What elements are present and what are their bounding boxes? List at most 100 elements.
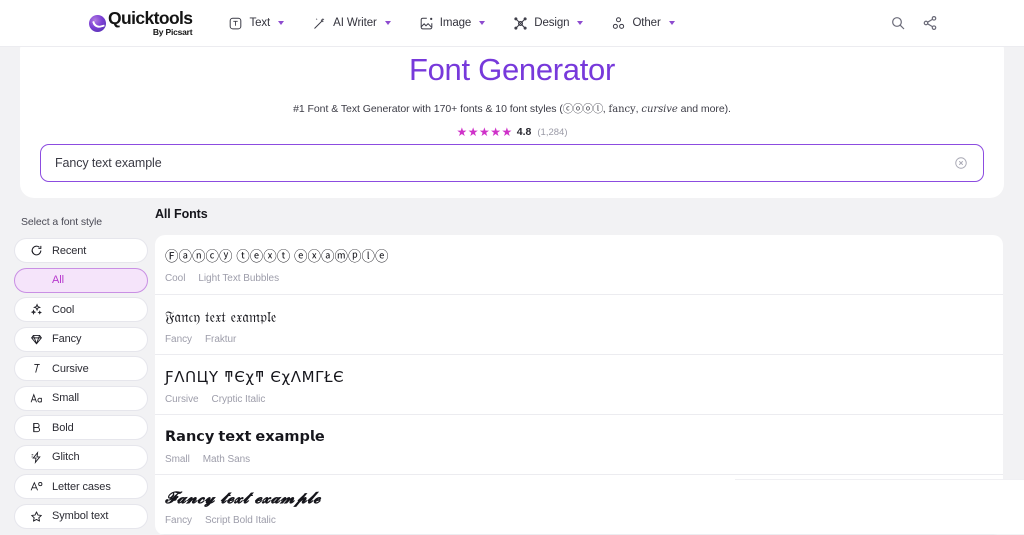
nav-label-other: Other	[632, 17, 660, 29]
sidebar-item-fancy[interactable]: Fancy	[14, 327, 148, 352]
sidebar-label-recent: Recent	[52, 245, 86, 257]
rating-value: 4.8	[517, 126, 532, 138]
sidebar-label-fancy: Fancy	[52, 333, 81, 345]
chevron-down-icon[interactable]	[669, 21, 675, 25]
nav-item-image[interactable]: Image	[419, 16, 485, 31]
quicktools-logo-icon	[89, 15, 106, 32]
nav-item-design[interactable]: Design	[513, 16, 583, 31]
text-input-box[interactable]	[40, 144, 984, 182]
font-name: Cryptic Italic	[212, 394, 266, 405]
nav-item-text[interactable]: Text	[228, 16, 284, 31]
sidebar-item-cursive[interactable]: Cursive	[14, 356, 148, 381]
star-outline-icon	[30, 510, 43, 523]
people-icon	[611, 16, 626, 31]
font-name: Math Sans	[203, 454, 250, 465]
font-category: Small	[165, 454, 190, 465]
nav-menu: Text AI Writer Image	[228, 16, 674, 31]
sidebar-item-bold[interactable]: Bold	[14, 415, 148, 440]
logo-subtitle: By Picsart	[108, 28, 192, 37]
font-name: Light Text Bubbles	[198, 273, 279, 284]
chevron-down-icon[interactable]	[278, 21, 284, 25]
nav-label-text: Text	[249, 17, 270, 29]
clear-circle-icon[interactable]	[948, 150, 974, 176]
font-name: Fraktur	[205, 334, 236, 345]
share-icon[interactable]	[922, 15, 938, 31]
nav-actions	[890, 15, 938, 31]
font-row[interactable]: Ⓕⓐⓝⓒⓨ ⓣⓔⓧⓣ ⓔⓧⓐⓜⓟⓛⓔ Cool Light Text Bubble…	[155, 235, 1003, 295]
nav-item-ai-writer[interactable]: AI Writer	[312, 16, 391, 31]
text-box-icon	[228, 16, 243, 31]
page-title: Font Generator	[20, 52, 1004, 88]
subtitle-lead: #1 Font & Text Generator with 170+ fonts…	[293, 103, 563, 115]
sidebar-item-cool[interactable]: Cool	[14, 297, 148, 322]
font-meta: Fancy Fraktur	[165, 334, 1003, 345]
sidebar-label-cool: Cool	[52, 304, 74, 316]
sidebar-item-glitch[interactable]: Glitch	[14, 445, 148, 470]
quicktools-logo[interactable]: Quicktools By Picsart	[89, 10, 192, 37]
sidebar-label-letter-glitch: Glitch	[52, 451, 80, 463]
design-icon	[513, 16, 528, 31]
recent-icon	[30, 244, 43, 257]
subtitle-tail: and more).	[678, 103, 731, 115]
chevron-down-icon[interactable]	[385, 21, 391, 25]
sidebar-item-letter-cases[interactable]: Letter cases	[14, 474, 148, 499]
rating-count: (1,284)	[537, 127, 567, 138]
sidebar-item-small[interactable]: Small	[14, 386, 148, 411]
all-spacer-icon	[30, 274, 43, 287]
font-row[interactable]: 𝔉𝔞𝔫𝔠𝔶 𝔱𝔢𝔵𝔱 𝔢𝔵𝔞𝔪𝔭𝔩𝔢 Fancy Fraktur	[155, 295, 1003, 355]
bold-b-icon	[30, 421, 43, 434]
font-sample: 𝗥𝗮𝗻𝗰𝘆 𝘁𝗲𝘅𝘁 𝗲𝘅𝗮𝗺𝗽𝗹𝗲	[165, 429, 1003, 446]
subtitle-cursive-sample: cursive	[641, 104, 677, 115]
font-sample: Ⓕⓐⓝⓒⓨ ⓣⓔⓧⓣ ⓔⓧⓐⓜⓟⓛⓔ	[165, 249, 1003, 265]
sidebar-title: Select a font style	[21, 216, 148, 228]
chevron-down-icon[interactable]	[577, 21, 583, 25]
font-meta: Small Math Sans	[165, 454, 1003, 465]
italic-t-icon	[30, 362, 43, 375]
image-icon	[419, 16, 434, 31]
sparkle-icon	[30, 303, 43, 316]
bottom-overlay-panel	[735, 479, 1024, 534]
font-category: Fancy	[165, 515, 192, 526]
subtitle-bubble-sample: ⓒⓞⓞⓛ	[563, 103, 603, 115]
sidebar-label-symbol-text: Symbol text	[52, 510, 108, 522]
sidebar-label-cursive: Cursive	[52, 363, 89, 375]
text-input[interactable]	[41, 145, 948, 181]
aa-icon	[30, 392, 43, 405]
search-icon[interactable]	[890, 15, 906, 31]
font-style-sidebar: Select a font style Recent All Cool	[14, 216, 148, 533]
font-row[interactable]: ƑΛՈЦΥ ͳЄχͳ ЄχΛΜΓŁЄ Cursive Cryptic Italic	[155, 355, 1003, 415]
nav-label-design: Design	[534, 17, 569, 29]
diamond-icon	[30, 333, 43, 346]
font-row[interactable]: 𝗥𝗮𝗻𝗰𝘆 𝘁𝗲𝘅𝘁 𝗲𝘅𝗮𝗺𝗽𝗹𝗲 Small Math Sans	[155, 415, 1003, 475]
font-meta: Cursive Cryptic Italic	[165, 394, 1003, 405]
font-sample: 𝔉𝔞𝔫𝔠𝔶 𝔱𝔢𝔵𝔱 𝔢𝔵𝔞𝔪𝔭𝔩𝔢	[165, 309, 1003, 326]
letter-case-icon	[30, 480, 43, 493]
nav-item-other[interactable]: Other	[611, 16, 674, 31]
nav-label-ai-writer: AI Writer	[333, 17, 377, 29]
sidebar-item-all[interactable]: All	[14, 268, 148, 293]
hero-card: Font Generator #1 Font & Text Generator …	[20, 36, 1004, 198]
results-heading: All Fonts	[155, 207, 1003, 221]
rating-block: ★★★★★ 4.8 (1,284)	[20, 126, 1004, 138]
star-rating-icon: ★★★★★	[456, 126, 512, 138]
logo-text: Quicktools By Picsart	[108, 10, 192, 37]
chevron-down-icon[interactable]	[479, 21, 485, 25]
sidebar-label-bold: Bold	[52, 422, 74, 434]
nav-label-image: Image	[440, 17, 471, 29]
font-meta: Cool Light Text Bubbles	[165, 273, 1003, 284]
font-category: Cool	[165, 273, 185, 284]
sidebar-label-small: Small	[52, 392, 79, 404]
sidebar-label-all: All	[52, 274, 64, 286]
font-category: Cursive	[165, 394, 199, 405]
logo-name: Quicktools	[108, 10, 192, 28]
font-name: Script Bold Italic	[205, 515, 276, 526]
magic-wand-icon	[312, 16, 327, 31]
sidebar-label-letter-cases: Letter cases	[52, 481, 111, 493]
sidebar-item-symbol-text[interactable]: Symbol text	[14, 504, 148, 529]
font-sample: ƑΛՈЦΥ ͳЄχͳ ЄχΛΜΓŁЄ	[165, 369, 1003, 386]
lightning-icon	[30, 451, 43, 464]
sidebar-item-recent[interactable]: Recent	[14, 238, 148, 263]
top-navbar: Quicktools By Picsart Text	[0, 0, 1024, 47]
font-category: Fancy	[165, 334, 192, 345]
subtitle-fancy-sample: fancy	[609, 104, 636, 115]
